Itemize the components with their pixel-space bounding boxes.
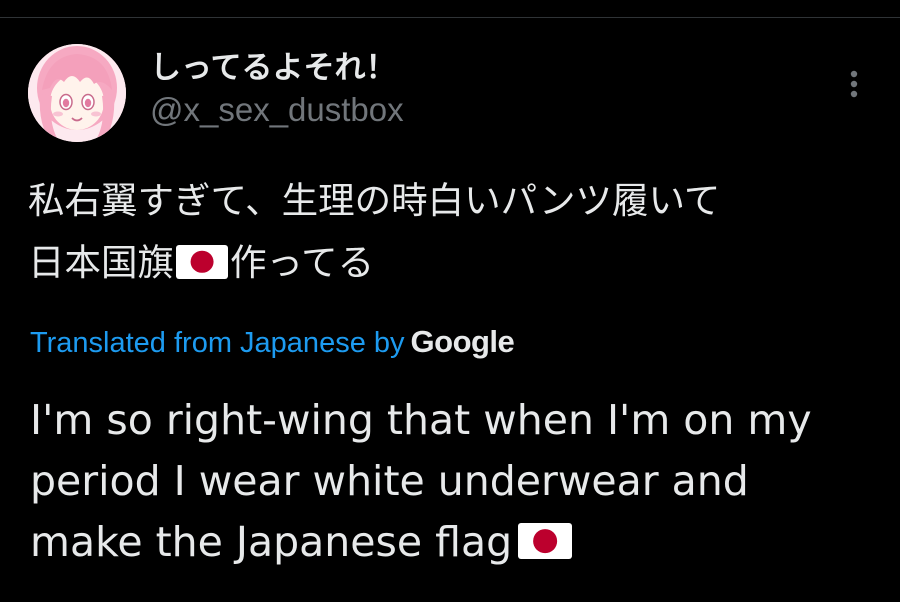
post-text-segment: 日本国旗 (28, 241, 174, 284)
more-options-button[interactable] (836, 66, 872, 102)
flag-japan-icon (518, 523, 573, 559)
avatar[interactable] (28, 44, 126, 142)
translation-attribution: Translated from Japanese by Google (30, 322, 515, 368)
google-logo: Google (410, 324, 515, 359)
top-divider (0, 17, 900, 18)
translated-text: I'm so right-wing that when I'm on my pe… (30, 390, 890, 573)
display-name[interactable]: しってるよそれ！ (150, 48, 404, 88)
translated-text-line: make the Japanese flag (30, 512, 890, 573)
post-text-line: 私右翼すぎて、生理の時白いパンツ履いて (28, 179, 721, 222)
post-text-segment: 作ってる (230, 241, 375, 284)
anime-avatar-icon (28, 44, 126, 142)
translated-text-segment: make the Japanese flag (30, 518, 513, 566)
post-text-line: 日本国旗 作ってる (28, 232, 878, 294)
post-text: 私右翼すぎて、生理の時白いパンツ履いて 日本国旗 作ってる (28, 170, 878, 294)
user-handle[interactable]: @x_sex_dustbox (150, 90, 404, 130)
translated-text-line: period I wear white underwear and (30, 457, 749, 505)
more-options-icon (850, 70, 858, 98)
flag-japan-icon (176, 244, 228, 279)
post-header: しってるよそれ！ @x_sex_dustbox (150, 48, 404, 130)
translated-text-line: I'm so right-wing that when I'm on my (30, 396, 812, 444)
translated-from-link[interactable]: Translated from Japanese by (30, 327, 405, 359)
